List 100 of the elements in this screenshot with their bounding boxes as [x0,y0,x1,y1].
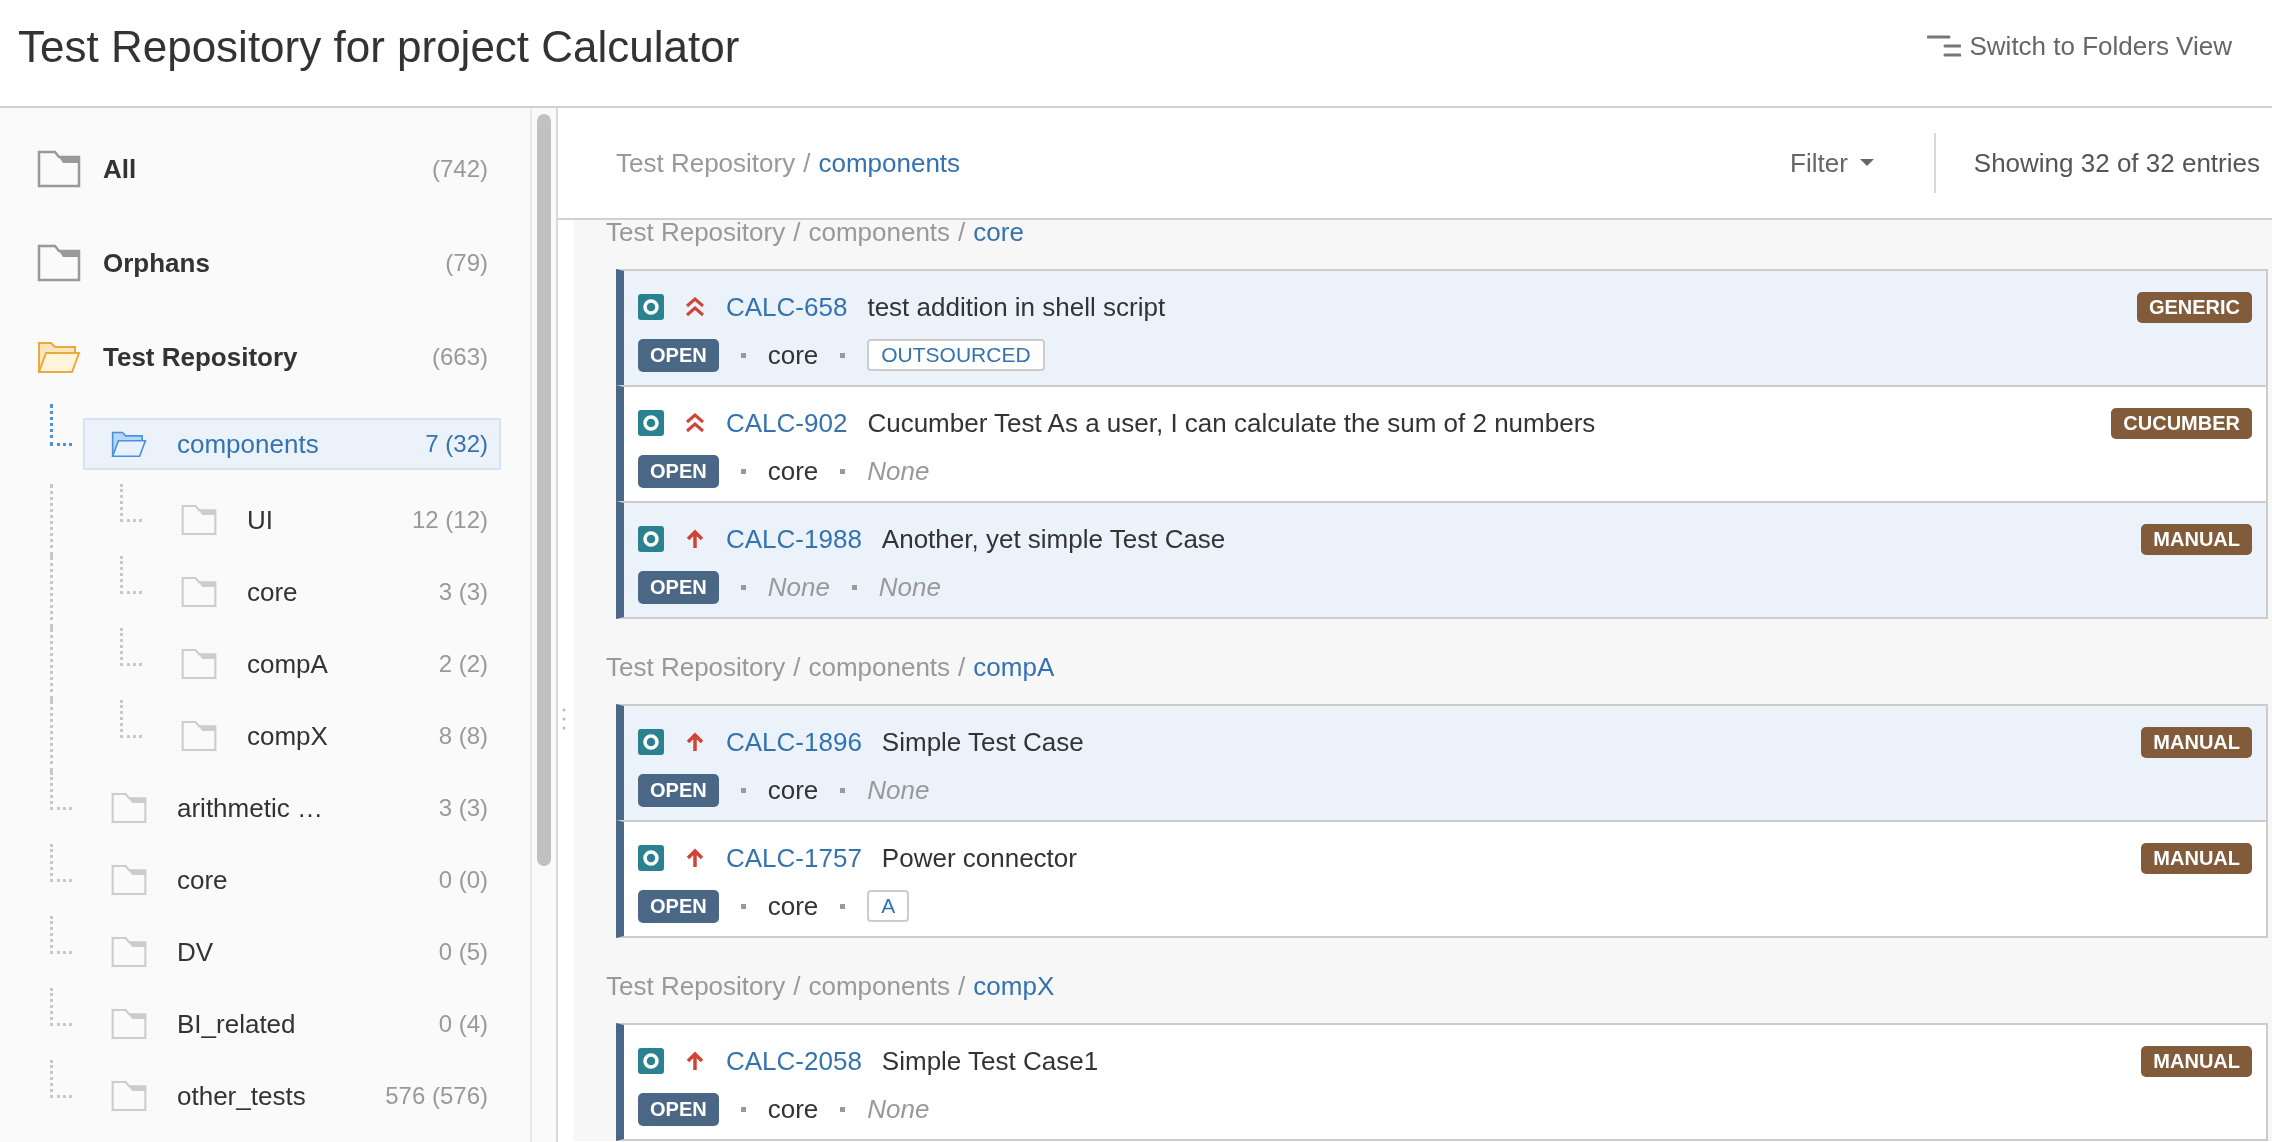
tree-item[interactable]: UI 12 (12) [153,494,501,546]
arrow-up-icon [684,1051,706,1071]
issue-key-link[interactable]: CALC-2058 [726,1045,862,1077]
issue-key-link[interactable]: CALC-1988 [726,523,862,555]
tree-item[interactable]: Test Repository (663) [24,331,501,383]
test-card[interactable]: CALC-1757 Power connector MANUAL OPEN core A [616,820,2268,938]
tree-item[interactable]: core 3 (3) [153,566,501,618]
folder-count: 3 (3) [438,578,488,606]
folder-name: compX [247,720,329,752]
folder-icon [181,720,217,752]
test-card[interactable]: CALC-902 Cucumber Test As a user, I can calculate the sum of 2 numbers CUCUMBER OPEN core None [616,385,2268,503]
tree-item[interactable]: All (742) [24,143,501,195]
folder-icon [37,150,81,188]
status-lozenge: OPEN [638,889,719,923]
folder-icon [37,244,81,282]
caret-icon [1859,159,1874,167]
empty-value: None [767,571,830,603]
label-tag[interactable]: A [867,890,910,922]
folder-name: Test Repository [103,341,299,373]
test-type-badge: CUCUMBER [2111,407,2252,439]
issue-key-link[interactable]: CALC-1896 [726,726,862,758]
scrollbar-thumb[interactable] [537,114,551,866]
breadcrumb-separator: / [793,971,801,1002]
component-value: core [767,455,819,487]
breadcrumb-link[interactable]: core [973,220,1024,248]
arrow-up-icon [684,529,706,549]
folder-icon [111,936,147,968]
status-lozenge: OPEN [638,338,719,372]
double-chevron-up-icon [684,413,706,433]
folder-name: Orphans [103,247,211,279]
entries-count: Showing 32 of 32 entries [1973,147,2260,179]
component-value: core [767,339,819,371]
test-summary: Simple Test Case [881,726,1085,758]
breadcrumb-link[interactable]: compA [973,652,1055,683]
test-card[interactable]: CALC-658 test addition in shell script GENERIC OPEN core OUTSOURCED [616,269,2268,387]
test-summary: Power connector [881,842,1078,874]
list-icon [1927,35,1962,57]
folder-count: (663) [431,343,488,371]
breadcrumb-separator: / [958,652,966,683]
test-type-badge: GENERIC [2136,291,2252,323]
breadcrumb-separator: / [958,971,966,1002]
status-lozenge: OPEN [638,773,719,807]
issue-key-link[interactable]: CALC-902 [726,407,848,439]
folder-name: arithmetic … [177,792,324,824]
tree-item[interactable]: BI_related 0 (4) [83,998,501,1050]
tree-connector-line [50,844,72,882]
folder-count: 12 (12) [411,506,488,534]
breadcrumb-link[interactable]: compX [973,971,1055,1002]
tree-connector-line [120,628,142,666]
folder-count: 0 (4) [438,1010,488,1038]
breadcrumb-separator: / [793,652,801,683]
test-summary: Simple Test Case1 [881,1045,1100,1077]
label-tag[interactable]: OUTSOURCED [867,339,1045,371]
test-type-badge: MANUAL [2141,726,2252,758]
tree-item[interactable]: arithmetic … 3 (3) [83,782,501,834]
tree-connector-line [120,556,142,594]
folder-name: BI_related [177,1008,297,1040]
issue-key-link[interactable]: CALC-1757 [726,842,862,874]
tree-item[interactable]: compX 8 (8) [153,710,501,762]
tree-item[interactable]: DV 0 (5) [83,926,501,978]
test-type-icon [638,294,664,320]
test-type-icon [638,1048,664,1074]
folder-count: (79) [445,249,488,277]
folder-count: 0 (5) [438,938,488,966]
tree-item[interactable]: core 0 (0) [83,854,501,906]
test-card[interactable]: CALC-1988 Another, yet simple Test Case MANUAL OPEN None None [616,501,2268,619]
folder-count: 8 (8) [438,722,488,750]
tree-item[interactable]: compA 2 (2) [153,638,501,690]
page-title: Test Repository for project Calculator [18,22,740,72]
folder-count: (742) [431,155,488,183]
arrow-up-icon [684,732,706,752]
issue-key-link[interactable]: CALC-658 [726,291,848,323]
empty-value: None [867,774,930,806]
tree-item[interactable]: other_tests 576 (576) [83,1070,501,1122]
filter-dropdown[interactable]: Filter [1790,147,1874,179]
tree-connector-line [50,404,72,446]
test-type-icon [638,410,664,436]
test-summary: test addition in shell script [867,291,1167,323]
test-type-icon [638,526,664,552]
folder-icon [111,1080,147,1112]
component-value: core [767,1093,819,1125]
test-type-badge: MANUAL [2141,523,2252,555]
component-value: core [767,890,819,922]
test-card[interactable]: CALC-2058 Simple Test Case1 MANUAL OPEN core None [616,1023,2268,1141]
breadcrumb-link[interactable]: components [818,147,961,179]
tree-item[interactable]: Orphans (79) [24,237,501,289]
status-lozenge: OPEN [638,1092,719,1126]
tree-item[interactable]: components 7 (32) [83,418,501,470]
test-type-icon [638,845,664,871]
folder-name: UI [247,504,274,536]
test-card[interactable]: CALC-1896 Simple Test Case MANUAL OPEN core None [616,704,2268,822]
folder-count: 2 (2) [438,650,488,678]
breadcrumb-separator: / [793,220,801,248]
folder-name: All [103,153,138,185]
switch-view-button[interactable]: Switch to Folders View [1927,30,2232,62]
breadcrumb-separator: / [958,220,966,248]
folder-count: 7 (32) [425,430,488,458]
folder-name: DV [177,936,215,968]
status-lozenge: OPEN [638,454,719,488]
tree-connector-line [50,988,72,1026]
